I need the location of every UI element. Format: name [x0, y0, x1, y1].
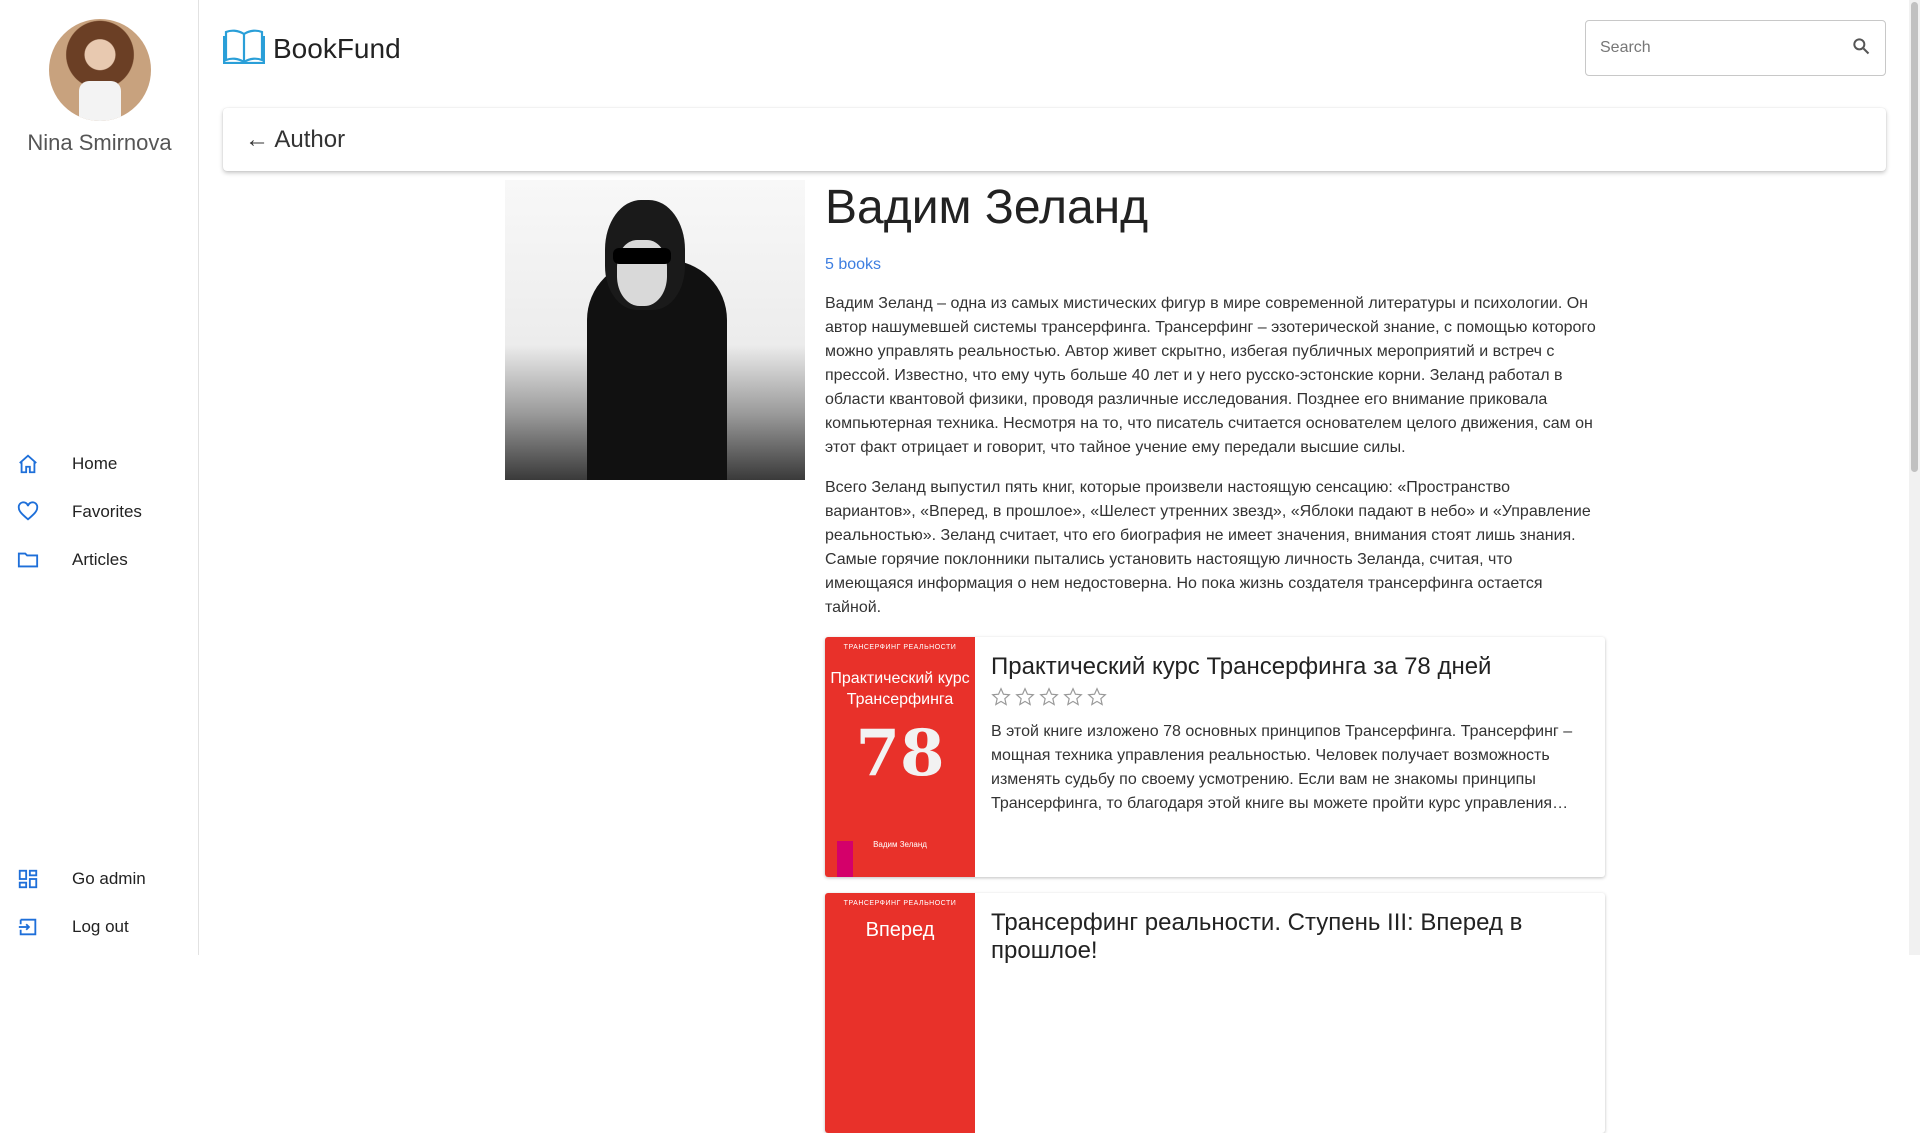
nav-item-label: Go admin: [72, 869, 146, 888]
user-name: Nina Smirnova: [27, 130, 172, 155]
nav-item-go-admin[interactable]: Go admin: [0, 855, 199, 903]
scrollbar[interactable]: [1909, 0, 1920, 955]
app-logo[interactable]: BookFund: [222, 28, 401, 69]
avatar[interactable]: [49, 19, 151, 121]
book-cover: ТРАНСЕРФИНГ РЕАЛЬНОСТИ Практический курс…: [825, 637, 975, 877]
star-icon[interactable]: [1015, 687, 1035, 712]
books-count-link[interactable]: 5 books: [825, 256, 881, 274]
book-card[interactable]: ТРАНСЕРФИНГ РЕАЛЬНОСТИ Вперед Трансерфин…: [825, 893, 1605, 1133]
nav-item-label: Favorites: [72, 502, 142, 521]
publisher-logo: [837, 841, 853, 877]
nav-item-home[interactable]: Home: [0, 440, 199, 488]
scrollbar-thumb[interactable]: [1911, 2, 1918, 472]
nav-item-log-out[interactable]: Log out: [0, 903, 199, 951]
heart-icon: [16, 500, 40, 524]
cover-series: ТРАНСЕРФИНГ РЕАЛЬНОСТИ: [843, 900, 957, 907]
search-box[interactable]: [1585, 20, 1886, 76]
app-title: BookFund: [273, 32, 401, 64]
author-bio-paragraph: Вадим Зеланд – одна из самых мистических…: [825, 295, 1596, 456]
bottom-nav: Go admin Log out: [0, 855, 199, 951]
dashboard-icon: [16, 867, 40, 891]
nav-item-label: Log out: [72, 917, 129, 936]
author-bio-paragraph: Всего Зеланд выпустил пять книг, которые…: [825, 479, 1591, 616]
author-photo: [505, 180, 805, 480]
cover-series: ТРАНСЕРФИНГ РЕАЛЬНОСТИ: [843, 644, 957, 651]
home-icon: [16, 452, 40, 476]
book-card[interactable]: ТРАНСЕРФИНГ РЕАЛЬНОСТИ Практический курс…: [825, 637, 1605, 877]
book-title[interactable]: Практический курс Трансерфинга за 78 дне…: [991, 653, 1591, 681]
book-description: В этой книге изложено 78 основных принци…: [991, 723, 1573, 812]
book-title[interactable]: Трансерфинг реальности. Ступень III: Впе…: [991, 909, 1591, 965]
search-icon[interactable]: [1851, 36, 1871, 61]
page-toolbar: ← Author: [223, 108, 1886, 171]
nav-item-label: Articles: [72, 550, 128, 569]
nav-item-favorites[interactable]: Favorites: [0, 488, 199, 536]
folder-icon: [16, 548, 40, 572]
star-icon[interactable]: [1039, 687, 1059, 712]
main-nav: Home Favorites Articles: [0, 440, 199, 584]
nav-item-label: Home: [72, 454, 118, 473]
sidebar: Nina Smirnova Home Favorites Articles Go…: [0, 0, 199, 955]
nav-item-articles[interactable]: Articles: [0, 536, 199, 584]
cover-title: Вперед: [865, 919, 935, 941]
cover-title: Практический курс Трансерфинга: [830, 670, 970, 708]
star-icon[interactable]: [1063, 687, 1083, 712]
logout-icon: [16, 915, 40, 939]
book-icon: [222, 28, 266, 69]
cover-number: 78: [855, 716, 945, 791]
author-name: Вадим Зеланд: [825, 181, 1149, 234]
back-button[interactable]: ← Author: [245, 126, 345, 154]
book-cover: ТРАНСЕРФИНГ РЕАЛЬНОСТИ Вперед: [825, 893, 975, 1133]
rating-stars[interactable]: [991, 687, 1591, 712]
star-icon[interactable]: [1087, 687, 1107, 712]
search-input[interactable]: [1600, 39, 1851, 57]
star-icon[interactable]: [991, 687, 1011, 712]
